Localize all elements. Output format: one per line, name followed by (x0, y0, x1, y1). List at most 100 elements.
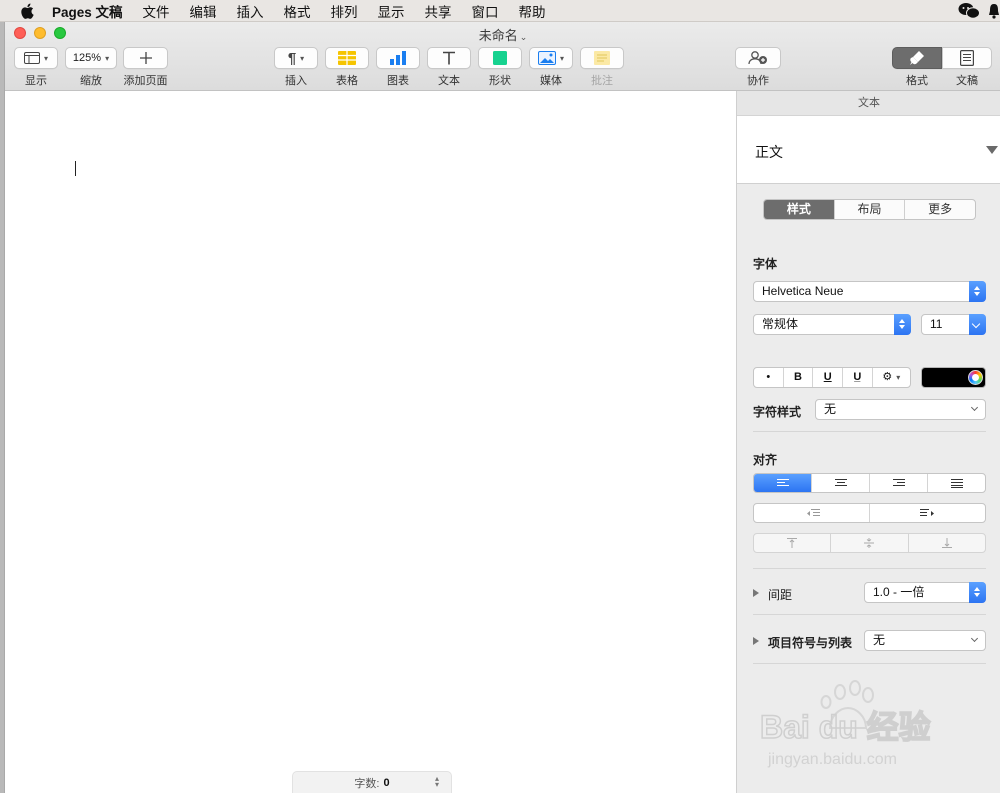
document-inspector-button[interactable] (942, 47, 992, 69)
shape-button[interactable] (478, 47, 522, 69)
add-page-control: 添加页面 (123, 47, 168, 88)
underline-button[interactable]: U (813, 368, 844, 387)
shape-control: 形状 (478, 47, 522, 88)
align-right-button[interactable] (870, 474, 928, 492)
word-count-stepper-icon[interactable]: ▴ ▾ (435, 775, 439, 789)
alignment-buttons (753, 473, 986, 493)
bold-button[interactable]: B (784, 368, 814, 387)
disclosure-triangle-icon[interactable] (753, 637, 759, 645)
wechat-icon[interactable] (958, 2, 980, 20)
text-box-button[interactable] (427, 47, 471, 69)
image-icon (537, 51, 556, 65)
add-page-button[interactable] (123, 47, 168, 69)
comment-label: 批注 (591, 75, 613, 87)
divider (753, 431, 986, 432)
updown-stepper-icon (969, 582, 986, 603)
media-button[interactable]: ▾ (529, 47, 573, 69)
align-middle-button[interactable] (831, 534, 909, 552)
table-button[interactable] (325, 47, 369, 69)
char-style-select[interactable]: 无 (815, 399, 986, 420)
align-top-icon (787, 538, 798, 548)
pilcrow-icon: ¶ (287, 49, 297, 67)
text-color-well[interactable] (921, 367, 986, 388)
double-underline-button[interactable]: U̲ (843, 368, 873, 387)
apple-logo-icon[interactable] (18, 3, 36, 19)
menu-arrange[interactable]: 排列 (321, 1, 368, 21)
bullet-button[interactable]: • (754, 368, 784, 387)
divider (753, 663, 986, 664)
vertical-align-buttons (753, 533, 986, 553)
chevron-down-icon: ▾ (43, 53, 48, 63)
menu-edit[interactable]: 编辑 (180, 1, 227, 21)
document-canvas[interactable]: 字数: 0 ▴ ▾ (5, 91, 736, 793)
menu-window[interactable]: 窗口 (462, 1, 509, 21)
baidu-jingyan-watermark: Bai du 经验 jingyan.baidu.com (760, 680, 931, 768)
indent-buttons (753, 503, 986, 523)
font-typeface-select[interactable]: 常规体 (753, 314, 911, 335)
segment-layout[interactable]: 布局 (835, 200, 906, 219)
inspector-tab-text[interactable]: 文本 (737, 91, 1000, 116)
table-icon (338, 51, 356, 65)
paragraph-style-selector[interactable]: 正文 (737, 116, 1000, 184)
menu-insert[interactable]: 插入 (227, 1, 274, 21)
zoom-select[interactable]: 125% ▾ (65, 47, 117, 69)
spacing-select[interactable]: 1.0 - 一倍 (864, 582, 986, 603)
text-format-buttons: • B U U̲ ⚙ ▾ (753, 367, 911, 388)
advanced-options-button[interactable]: ⚙ ▾ (873, 368, 910, 387)
comment-button[interactable] (580, 47, 624, 69)
menu-share[interactable]: 共享 (415, 1, 462, 21)
comment-control: 批注 (580, 47, 624, 88)
menu-help[interactable]: 帮助 (509, 1, 556, 21)
justify-icon (950, 478, 963, 488)
justify-button[interactable] (928, 474, 985, 492)
bullets-label[interactable]: 项目符号与列表 (768, 634, 852, 651)
chart-button[interactable] (376, 47, 420, 69)
color-wheel-icon[interactable] (968, 370, 983, 385)
menu-file[interactable]: 文件 (133, 1, 180, 21)
font-family-select[interactable]: Helvetica Neue (753, 281, 986, 302)
char-style-value: 无 (824, 402, 837, 416)
view-button[interactable]: ▾ (14, 47, 58, 69)
menubar: Pages 文稿 文件 编辑 插入 格式 排列 显示 共享 窗口 帮助 (0, 0, 1000, 22)
paintbrush-icon (910, 51, 924, 65)
word-count-bar[interactable]: 字数: 0 ▴ ▾ (292, 771, 452, 793)
font-section-title: 字体 (753, 257, 778, 271)
segment-style[interactable]: 样式 (764, 200, 835, 219)
document-title[interactable]: 未命名 ⌄ (5, 25, 1000, 44)
segment-more[interactable]: 更多 (905, 200, 975, 219)
gear-icon: ⚙ (882, 371, 893, 383)
view-label: 显示 (25, 75, 47, 87)
disclosure-triangle-icon[interactable] (753, 589, 759, 597)
spacing-value: 1.0 - 一倍 (873, 585, 925, 599)
format-inspector-button[interactable] (892, 47, 942, 69)
chart-control: 图表 (376, 47, 420, 88)
bullets-select[interactable]: 无 (864, 630, 986, 651)
collaborate-button[interactable] (735, 47, 781, 69)
align-top-button[interactable] (754, 534, 832, 552)
align-middle-icon (864, 538, 875, 548)
menu-app-name[interactable]: Pages 文稿 (52, 1, 133, 21)
insert-button[interactable]: ¶ ▾ (274, 47, 318, 69)
align-center-button[interactable] (812, 474, 870, 492)
menu-view[interactable]: 显示 (368, 1, 415, 21)
table-control: 表格 (325, 47, 369, 88)
updown-stepper-icon (969, 281, 986, 302)
chevron-down-icon: ⌄ (519, 32, 528, 42)
align-left-button[interactable] (754, 474, 812, 492)
font-size-select[interactable]: 11 (921, 314, 986, 335)
align-left-icon (776, 478, 789, 486)
increase-indent-button[interactable] (870, 504, 985, 522)
align-section-title: 对齐 (753, 453, 778, 467)
document-title-text: 未命名 (478, 28, 518, 43)
media-control: ▾ 媒体 (529, 47, 573, 88)
sidebar-view-icon (23, 52, 40, 64)
font-typeface-value: 常规体 (762, 317, 799, 331)
menu-format[interactable]: 格式 (274, 1, 321, 21)
decrease-indent-button[interactable] (754, 504, 870, 522)
notification-bell-icon[interactable] (988, 2, 1000, 20)
align-bottom-button[interactable] (909, 534, 985, 552)
indent-icon (919, 508, 934, 516)
divider (753, 614, 986, 615)
font-size-value: 11 (930, 317, 943, 331)
spacing-label[interactable]: 间距 (768, 586, 792, 603)
